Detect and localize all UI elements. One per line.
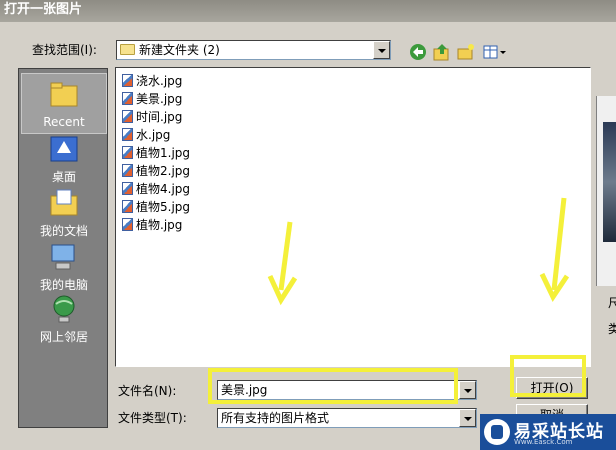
- highlight-box: [510, 355, 586, 397]
- file-item[interactable]: 植物5.jpg: [122, 198, 190, 216]
- watermark-subtext: Www.Easck.Com: [514, 438, 573, 446]
- jpg-file-icon: [122, 146, 133, 159]
- filetype-dropdown[interactable]: 所有支持的图片格式: [217, 408, 477, 428]
- chevron-down-icon[interactable]: [373, 41, 390, 59]
- jpg-file-icon: [122, 200, 133, 213]
- place-recent[interactable]: Recent: [19, 73, 109, 134]
- places-bar: Recent 桌面 我的文档 我的电脑 网上邻居: [18, 68, 108, 428]
- file-item[interactable]: 水.jpg: [122, 126, 170, 144]
- filetype-label: 文件类型(T):: [118, 411, 187, 425]
- watermark: 易采站长站 Www.Easck.Com: [480, 414, 616, 450]
- my-computer-icon: [51, 244, 75, 270]
- filetype-value: 所有支持的图片格式: [221, 411, 330, 425]
- jpg-file-icon: [122, 182, 133, 195]
- jpg-file-icon: [122, 110, 133, 123]
- jpg-file-icon: [122, 74, 133, 87]
- annotation-arrow-icon: [539, 197, 570, 303]
- preview-pane: [596, 96, 616, 286]
- my-documents-icon: [50, 189, 78, 216]
- chevron-down-icon[interactable]: [459, 381, 476, 399]
- place-network[interactable]: 网上邻居: [19, 293, 109, 344]
- jpg-file-icon: [122, 92, 133, 105]
- highlight-box: [208, 368, 458, 404]
- dialog-title: 打开一张图片: [4, 2, 83, 17]
- watermark-logo-icon: [484, 419, 510, 445]
- file-item[interactable]: 植物2.jpg: [122, 162, 190, 180]
- dialog-title-bar: 打开一张图片: [0, 0, 616, 22]
- filename-label: 文件名(N):: [118, 384, 177, 398]
- network-places-icon: [53, 295, 75, 323]
- place-label: Recent: [43, 115, 85, 129]
- preview-label: 尺: [608, 296, 616, 310]
- file-item[interactable]: 植物1.jpg: [122, 144, 190, 162]
- jpg-file-icon: [122, 128, 133, 141]
- new-folder-icon[interactable]: [456, 42, 476, 62]
- file-item[interactable]: 浇水.jpg: [122, 72, 182, 90]
- file-item[interactable]: 植物.jpg: [122, 216, 182, 234]
- back-arrow-icon[interactable]: [408, 42, 428, 62]
- preview-image: [603, 122, 616, 242]
- lookin-label: 查找范围(I):: [32, 43, 97, 57]
- recent-icon: [50, 82, 78, 107]
- file-item[interactable]: 植物4.jpg: [122, 180, 190, 198]
- place-label: 我的文档: [39, 224, 88, 238]
- place-desktop[interactable]: 桌面: [19, 133, 109, 184]
- preview-label: 类: [608, 322, 616, 336]
- view-menu-icon[interactable]: [482, 42, 508, 62]
- up-folder-icon[interactable]: [432, 42, 452, 62]
- place-label: 网上邻居: [39, 330, 88, 344]
- lookin-value: 新建文件夹 (2): [139, 43, 220, 57]
- place-my-computer[interactable]: 我的电脑: [19, 241, 109, 292]
- place-my-documents[interactable]: 我的文档: [19, 187, 109, 238]
- lookin-dropdown[interactable]: 新建文件夹 (2): [116, 40, 391, 60]
- folder-icon: [120, 44, 135, 55]
- file-item[interactable]: 美景.jpg: [122, 90, 182, 108]
- place-label: 桌面: [51, 170, 76, 184]
- annotation-arrow-icon: [267, 221, 298, 306]
- jpg-file-icon: [122, 218, 133, 231]
- place-label: 我的电脑: [39, 278, 88, 292]
- jpg-file-icon: [122, 164, 133, 177]
- file-item[interactable]: 时间.jpg: [122, 108, 182, 126]
- desktop-icon: [50, 136, 78, 162]
- file-list[interactable]: 浇水.jpg 美景.jpg 时间.jpg 水.jpg 植物1.jpg 植物2.j…: [115, 67, 591, 367]
- chevron-down-icon[interactable]: [459, 409, 476, 427]
